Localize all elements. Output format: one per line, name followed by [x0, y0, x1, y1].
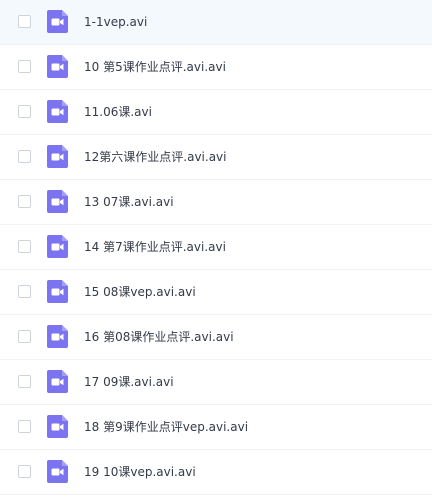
- video-file-icon: [47, 190, 68, 213]
- row-checkbox[interactable]: [18, 285, 31, 298]
- video-file-icon: [47, 55, 68, 78]
- row-checkbox[interactable]: [18, 330, 31, 343]
- row-checkbox[interactable]: [18, 240, 31, 253]
- file-name[interactable]: 16 第08课作业点评.avi.avi: [84, 329, 234, 345]
- file-name[interactable]: 19 10课vep.avi.avi: [84, 464, 196, 480]
- file-name[interactable]: 18 第9课作业点评vep.avi.avi: [84, 419, 248, 435]
- list-bottom-edge: [0, 495, 432, 504]
- file-list: 1-1vep.avi 10 第5课作业点评.avi.avi 11.06课.avi: [0, 0, 432, 504]
- file-name[interactable]: 1-1vep.avi: [84, 14, 147, 30]
- file-row[interactable]: 18 第9课作业点评vep.avi.avi: [0, 405, 432, 450]
- file-row[interactable]: 10 第5课作业点评.avi.avi: [0, 45, 432, 90]
- file-row[interactable]: 11.06课.avi: [0, 90, 432, 135]
- video-file-icon: [47, 325, 68, 348]
- video-file-icon: [47, 145, 68, 168]
- file-row[interactable]: 13 07课.avi.avi: [0, 180, 432, 225]
- row-checkbox[interactable]: [18, 465, 31, 478]
- row-checkbox[interactable]: [18, 15, 31, 28]
- file-name[interactable]: 12第六课作业点评.avi.avi: [84, 149, 226, 165]
- file-name[interactable]: 15 08课vep.avi.avi: [84, 284, 196, 300]
- video-file-icon: [47, 460, 68, 483]
- file-row[interactable]: 16 第08课作业点评.avi.avi: [0, 315, 432, 360]
- video-file-icon: [47, 10, 68, 33]
- row-checkbox[interactable]: [18, 375, 31, 388]
- row-checkbox[interactable]: [18, 195, 31, 208]
- file-name[interactable]: 10 第5课作业点评.avi.avi: [84, 59, 226, 75]
- row-checkbox[interactable]: [18, 60, 31, 73]
- row-checkbox[interactable]: [18, 420, 31, 433]
- file-row[interactable]: 12第六课作业点评.avi.avi: [0, 135, 432, 180]
- video-file-icon: [47, 415, 68, 438]
- file-row[interactable]: 14 第7课作业点评.avi.avi: [0, 225, 432, 270]
- file-name[interactable]: 17 09课.avi.avi: [84, 374, 174, 390]
- file-row[interactable]: 17 09课.avi.avi: [0, 360, 432, 405]
- file-row[interactable]: 15 08课vep.avi.avi: [0, 270, 432, 315]
- video-file-icon: [47, 370, 68, 393]
- row-checkbox[interactable]: [18, 150, 31, 163]
- file-name[interactable]: 13 07课.avi.avi: [84, 194, 174, 210]
- row-checkbox[interactable]: [18, 105, 31, 118]
- video-file-icon: [47, 100, 68, 123]
- file-row[interactable]: 1-1vep.avi: [0, 0, 432, 45]
- video-file-icon: [47, 280, 68, 303]
- file-row[interactable]: 19 10课vep.avi.avi: [0, 450, 432, 495]
- file-name[interactable]: 14 第7课作业点评.avi.avi: [84, 239, 226, 255]
- file-name[interactable]: 11.06课.avi: [84, 104, 152, 120]
- video-file-icon: [47, 235, 68, 258]
